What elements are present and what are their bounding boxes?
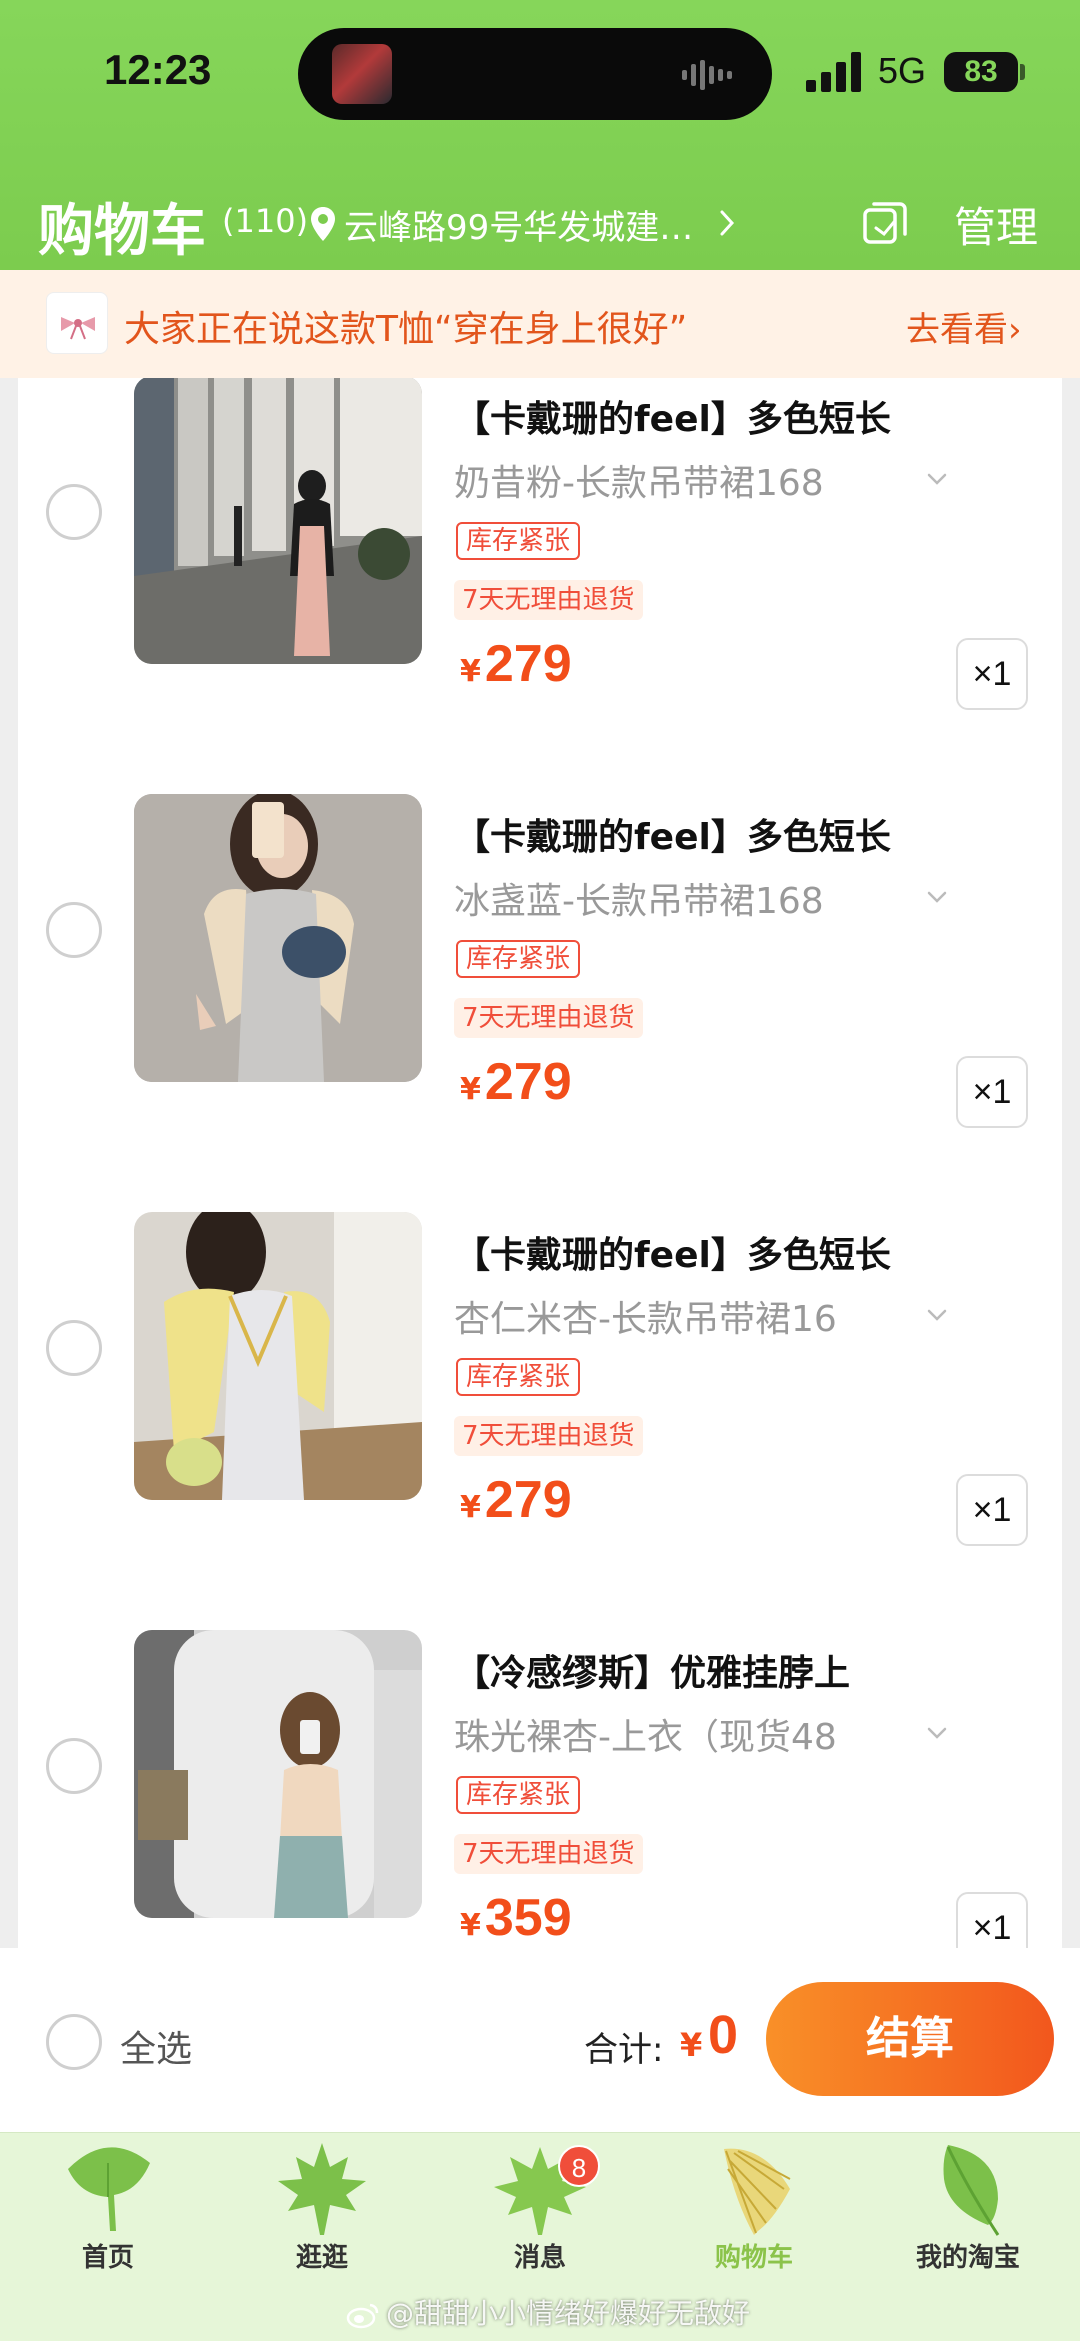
product-sku[interactable]: 冰盏蓝-长款吊带裙168 xyxy=(454,872,824,924)
low-stock-badge: 库存紧张 xyxy=(456,1358,581,1396)
total-amount: 0 xyxy=(708,2005,739,2065)
product-price: ¥279 xyxy=(460,634,572,694)
now-playing-thumbnail xyxy=(332,44,392,104)
status-bar: 12:23 5G 83 xyxy=(0,0,1080,150)
select-all-label[interactable]: 全选 xyxy=(120,2020,192,2072)
quantity-stepper[interactable]: ×1 xyxy=(956,638,1028,710)
network-type: 5G xyxy=(878,50,927,91)
product-title[interactable]: 【卡戴珊的feel】多色短长 xyxy=(454,1226,891,1278)
product-title[interactable]: 【卡戴珊的feel】多色短长 xyxy=(454,390,891,442)
battery-icon: 83 xyxy=(944,52,1018,92)
low-stock-badge: 库存紧张 xyxy=(456,522,581,560)
price-currency: ¥ xyxy=(460,1908,481,1943)
product-price: ¥279 xyxy=(460,1052,572,1112)
maple-leaf-icon xyxy=(278,2143,366,2235)
price-currency: ¥ xyxy=(460,654,481,689)
weibo-icon xyxy=(346,2303,379,2329)
delivery-address[interactable]: 云峰路99号华发城建… xyxy=(344,200,693,249)
weibo-watermark: @甜甜小小情绪好爆好无敌好 xyxy=(346,2292,750,2332)
leaf-icon xyxy=(943,2145,1000,2236)
checkout-summary-bar: 全选 合计: ¥ 0 结算 xyxy=(0,1948,1080,2132)
item-checkbox[interactable] xyxy=(46,1738,102,1794)
status-time: 12:23 xyxy=(104,46,212,93)
total-currency: ¥ xyxy=(680,2026,703,2064)
cart-item[interactable]: 【卡戴珊的feel】多色短长 杏仁米杏-长款吊带裙16 库存紧张 7天无理由退货… xyxy=(18,1204,1062,1622)
quantity-stepper[interactable]: ×1 xyxy=(956,1474,1028,1546)
price-currency: ¥ xyxy=(460,1072,481,1107)
product-title[interactable]: 【冷感缪斯】优雅挂脖上 xyxy=(454,1644,850,1696)
low-stock-badge: 库存紧张 xyxy=(456,1776,581,1814)
battery-tip xyxy=(1020,64,1025,80)
item-checkbox[interactable] xyxy=(46,902,102,958)
location-pin-icon[interactable] xyxy=(310,206,336,242)
cart-nav-row: 购物车 (110) 云峰路99号华发城建… 管理 xyxy=(0,180,1080,270)
cart-item[interactable]: 【卡戴珊的feel】多色短长 冰盏蓝-长款吊带裙168 库存紧张 7天无理由退货… xyxy=(18,786,1062,1204)
cellular-signal-icon xyxy=(806,52,861,92)
chevron-down-icon[interactable] xyxy=(926,1726,948,1740)
banner-text: 大家正在说这款T恤“穿在身上很好” xyxy=(124,309,688,350)
price-amount: 279 xyxy=(484,1053,572,1111)
cart-item[interactable]: 【冷感缪斯】优雅挂脖上 珠光裸杏-上衣（现货48 库存紧张 7天无理由退货 ¥3… xyxy=(18,1622,1062,1948)
price-currency: ¥ xyxy=(460,1490,481,1525)
select-all-checkbox[interactable] xyxy=(46,2014,102,2070)
tab-cart[interactable]: 购物车 xyxy=(654,2133,854,2283)
tab-label: 我的淘宝 xyxy=(915,2243,1020,2273)
price-amount: 279 xyxy=(484,1471,572,1529)
product-title[interactable]: 【卡戴珊的feel】多色短长 xyxy=(454,808,891,860)
tshirt-thumbnail xyxy=(46,292,108,354)
product-sku[interactable]: 珠光裸杏-上衣（现货48 xyxy=(454,1708,837,1760)
promo-banner[interactable]: 大家正在说这款T恤“穿在身上很好” 去看看› xyxy=(0,270,1080,378)
product-sku[interactable]: 奶昔粉-长款吊带裙168 xyxy=(454,454,824,506)
cart-list[interactable]: 【卡戴珊的feel】多色短长 奶昔粉-长款吊带裙168 库存紧张 7天无理由退货… xyxy=(18,378,1062,1948)
tab-label: 逛逛 xyxy=(295,2243,348,2273)
bow-icon xyxy=(61,317,95,340)
product-image[interactable] xyxy=(134,378,422,664)
copy-icon[interactable] xyxy=(862,200,908,246)
return-policy-badge: 7天无理由退货 xyxy=(454,998,643,1038)
manage-button[interactable]: 管理 xyxy=(954,194,1038,255)
chevron-down-icon[interactable] xyxy=(926,890,948,904)
ginkgo-leaf-icon xyxy=(68,2147,150,2231)
tab-home[interactable]: 首页 xyxy=(8,2133,208,2283)
chevron-down-icon[interactable] xyxy=(926,1308,948,1322)
quantity-stepper[interactable]: ×1 xyxy=(956,1056,1028,1128)
product-price: ¥359 xyxy=(460,1888,572,1948)
palm-leaf-icon xyxy=(724,2148,791,2235)
chevron-down-icon[interactable] xyxy=(926,472,948,486)
quantity-stepper[interactable]: ×1 xyxy=(956,1892,1028,1948)
banner-view-link[interactable]: 去看看› xyxy=(906,302,1022,351)
header: 12:23 5G 83 购物车 (110) 云峰路99号华发城建… 管理 xyxy=(0,0,1080,270)
tab-messages[interactable]: 8 消息 xyxy=(440,2133,640,2283)
page-title: 购物车 xyxy=(38,199,206,264)
audio-wave-icon xyxy=(682,60,732,90)
return-policy-badge: 7天无理由退货 xyxy=(454,1834,643,1874)
product-image[interactable] xyxy=(134,1212,422,1500)
low-stock-badge: 库存紧张 xyxy=(456,940,581,978)
tab-label: 首页 xyxy=(81,2243,134,2273)
product-image[interactable] xyxy=(134,1630,422,1918)
item-checkbox[interactable] xyxy=(46,484,102,540)
dynamic-island[interactable] xyxy=(298,28,772,120)
unread-badge: 8 xyxy=(558,2145,600,2187)
price-amount: 359 xyxy=(484,1889,572,1947)
product-price: ¥279 xyxy=(460,1470,572,1530)
price-amount: 279 xyxy=(484,635,572,693)
cart-item[interactable]: 【卡戴珊的feel】多色短长 奶昔粉-长款吊带裙168 库存紧张 7天无理由退货… xyxy=(18,378,1062,786)
product-image[interactable] xyxy=(134,794,422,1082)
item-checkbox[interactable] xyxy=(46,1320,102,1376)
tab-explore[interactable]: 逛逛 xyxy=(222,2133,422,2283)
return-policy-badge: 7天无理由退货 xyxy=(454,580,643,620)
total-label: 合计: xyxy=(584,2030,664,2070)
checkout-button[interactable]: 结算 xyxy=(766,1982,1054,2096)
tab-label: 购物车 xyxy=(714,2243,793,2273)
chevron-right-icon[interactable] xyxy=(718,208,736,238)
tab-my-taobao[interactable]: 我的淘宝 xyxy=(868,2133,1068,2283)
watermark-text: @甜甜小小情绪好爆好无敌好 xyxy=(386,2297,751,2330)
cart-item-count: (110) xyxy=(222,202,309,240)
tab-label: 消息 xyxy=(513,2243,566,2273)
product-sku[interactable]: 杏仁米杏-长款吊带裙16 xyxy=(454,1290,837,1342)
return-policy-badge: 7天无理由退货 xyxy=(454,1416,643,1456)
